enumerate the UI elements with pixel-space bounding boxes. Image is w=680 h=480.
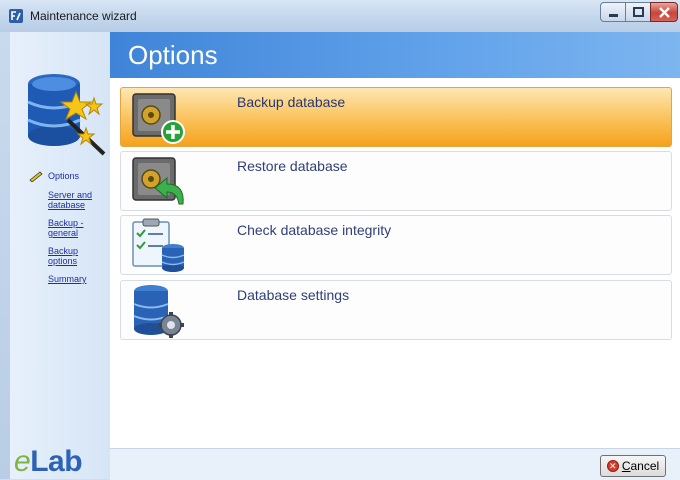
cancel-label: ancel — [630, 459, 660, 473]
nav-current-label: Options — [48, 171, 80, 181]
nav-current-step: Options — [28, 170, 108, 182]
minimize-icon — [609, 14, 618, 17]
database-wand-icon — [27, 74, 106, 156]
title-bar[interactable]: Maintenance wizard — [0, 0, 680, 32]
checklist-database-icon — [132, 218, 185, 272]
option-label: Check database integrity — [237, 222, 392, 238]
safe-restore-icon — [132, 157, 184, 205]
pencil-icon — [29, 171, 43, 182]
page-title: Options — [128, 40, 218, 70]
cancel-button[interactable]: ✕ Cancel — [600, 455, 666, 477]
page-header: Options — [110, 32, 680, 78]
option-database-settings[interactable]: Database settings — [120, 280, 672, 340]
maintenance-wizard-window: Maintenance wizard Options Server and da… — [0, 0, 680, 480]
wizard-steps-nav: Options Server and database Backup - gen… — [28, 170, 108, 292]
option-label: Backup database — [237, 94, 346, 110]
footer-bar — [110, 448, 680, 480]
nav-item-backup-general[interactable]: Backup - general — [48, 218, 108, 238]
elab-logo: eLab — [14, 445, 83, 479]
close-icon — [659, 7, 670, 18]
close-button[interactable] — [650, 2, 678, 22]
nav-item-summary[interactable]: Summary — [48, 274, 108, 284]
maximize-button[interactable] — [625, 2, 651, 22]
maximize-icon — [633, 7, 644, 17]
elab-logo-e: e — [14, 445, 31, 478]
option-label: Database settings — [237, 287, 350, 303]
nav-item-server-and-database[interactable]: Server and database — [48, 190, 108, 210]
option-backup-database[interactable]: Backup database — [120, 87, 672, 147]
cancel-icon: ✕ — [606, 460, 619, 472]
sidebar: Options Server and database Backup - gen… — [10, 32, 110, 479]
nav-item-backup-options[interactable]: Backup options — [48, 246, 108, 266]
database-gear-icon — [133, 285, 184, 338]
option-check-database-integrity[interactable]: Check database integrity — [120, 215, 672, 275]
option-label: Restore database — [237, 158, 348, 174]
window-title: Maintenance wizard — [30, 9, 137, 23]
minimize-button[interactable] — [600, 2, 626, 22]
app-icon — [9, 9, 23, 23]
option-restore-database[interactable]: Restore database — [120, 151, 672, 211]
elab-logo-text: Lab — [30, 445, 83, 478]
cancel-mnemonic: C — [621, 459, 631, 473]
safe-add-icon — [132, 93, 185, 144]
